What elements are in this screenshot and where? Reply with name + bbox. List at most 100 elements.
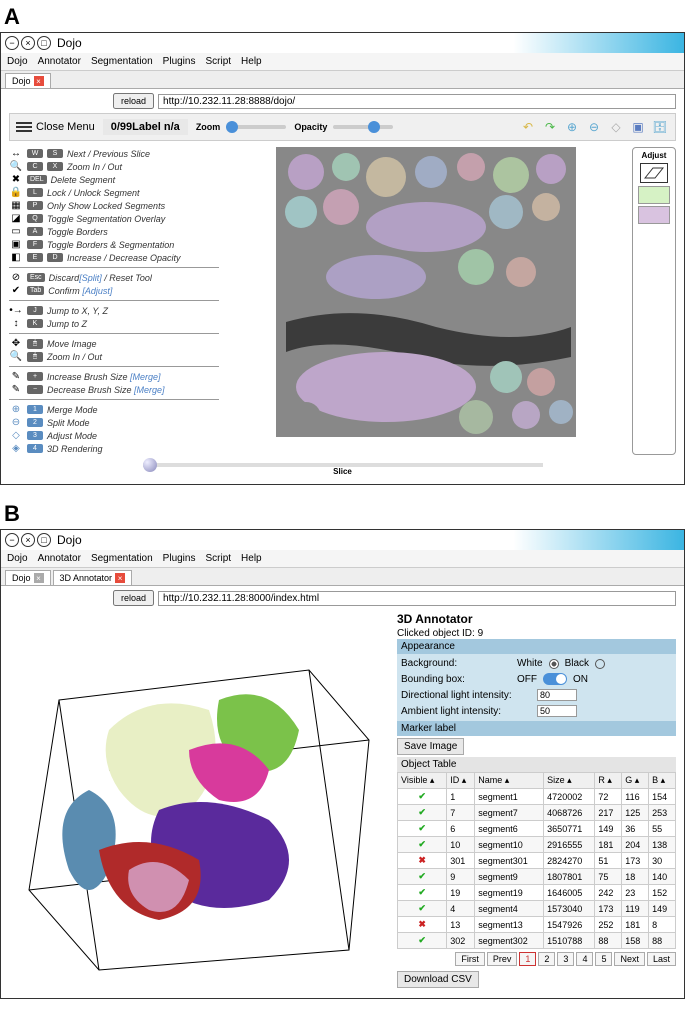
table-row[interactable]: ✔ 4segment41573040173119149	[398, 901, 676, 917]
visible-check-icon[interactable]: ✔	[418, 903, 426, 913]
mode-row[interactable]: ◇ 3 Adjust Mode	[9, 429, 219, 442]
visible-x-icon[interactable]: ✖	[418, 919, 426, 929]
table-header[interactable]: Size ▴	[544, 773, 595, 789]
close-icon[interactable]: ×	[21, 533, 35, 547]
zoom-slider[interactable]	[226, 125, 286, 129]
save-image-button[interactable]: Save Image	[397, 738, 464, 755]
table-row[interactable]: ✔ 6segment636507711493655	[398, 821, 676, 837]
visible-check-icon[interactable]: ✔	[418, 871, 426, 881]
key-badge: D	[47, 253, 63, 262]
database-icon[interactable]: 🗄	[651, 118, 669, 136]
pagination: First Prev 1 2 3 4 5 Next Last	[397, 952, 676, 966]
segmentation-image[interactable]	[276, 147, 576, 437]
redo-icon[interactable]: ↷	[541, 118, 559, 136]
mode-row[interactable]: ⊕ 1 Merge Mode	[9, 403, 219, 416]
maximize-icon[interactable]: □	[37, 533, 51, 547]
3d-viewer[interactable]	[9, 610, 389, 990]
page-4[interactable]: 4	[576, 952, 593, 966]
page-last[interactable]: Last	[647, 952, 676, 966]
page-next[interactable]: Next	[614, 952, 645, 966]
page-first[interactable]: First	[455, 952, 485, 966]
object-table-header: Object Table	[397, 757, 676, 772]
maximize-icon[interactable]: □	[37, 36, 51, 50]
split-icon[interactable]: ⊖	[585, 118, 603, 136]
table-header[interactable]: ID ▴	[447, 773, 475, 789]
table-row[interactable]: ✖ 13segment1315479262521818	[398, 917, 676, 933]
page-1[interactable]: 1	[519, 952, 536, 966]
marker-label-header[interactable]: Marker label	[397, 721, 676, 736]
undo-icon[interactable]: ↶	[519, 118, 537, 136]
slice-slider[interactable]: Slice	[9, 463, 676, 476]
menu-script[interactable]: Script	[205, 553, 231, 564]
menu-help[interactable]: Help	[241, 56, 262, 67]
menu-annotator[interactable]: Annotator	[38, 553, 81, 564]
reload-button[interactable]: reload	[113, 93, 154, 109]
table-row[interactable]: ✔ 19segment19164600524223152	[398, 885, 676, 901]
page-2[interactable]: 2	[538, 952, 555, 966]
table-row[interactable]: ✔ 1segment1472000272116154	[398, 789, 676, 805]
url-input-a[interactable]	[158, 94, 676, 109]
menu-plugins[interactable]: Plugins	[163, 56, 196, 67]
opacity-slider[interactable]	[333, 125, 393, 129]
close-icon[interactable]: ×	[21, 36, 35, 50]
table-header[interactable]: R ▴	[595, 773, 622, 789]
url-input-b[interactable]	[158, 591, 676, 606]
table-row[interactable]: ✔ 7segment74068726217125253	[398, 805, 676, 821]
visible-x-icon[interactable]: ✖	[418, 855, 426, 865]
visible-check-icon[interactable]: ✔	[418, 887, 426, 897]
bg-white-radio[interactable]	[549, 659, 559, 669]
visible-check-icon[interactable]: ✔	[418, 935, 426, 945]
table-row[interactable]: ✖ 301segment30128242705117330	[398, 853, 676, 869]
swatch-1[interactable]	[638, 186, 670, 204]
visible-check-icon[interactable]: ✔	[418, 823, 426, 833]
table-row[interactable]: ✔ 302segment30215107888815888	[398, 933, 676, 949]
cube-icon[interactable]: ▣	[629, 118, 647, 136]
tab-close-icon[interactable]: ×	[115, 573, 125, 583]
minimize-icon[interactable]: −	[5, 533, 19, 547]
table-row[interactable]: ✔ 10segment102916555181204138	[398, 837, 676, 853]
bg-black-radio[interactable]	[595, 659, 605, 669]
swatch-2[interactable]	[638, 206, 670, 224]
tab-dojo-b[interactable]: Dojo ×	[5, 570, 51, 585]
tab-close-icon[interactable]: ×	[34, 573, 44, 583]
visible-check-icon[interactable]: ✔	[418, 839, 426, 849]
page-prev[interactable]: Prev	[487, 952, 518, 966]
image-viewer[interactable]	[227, 147, 624, 455]
menu-segmentation[interactable]: Segmentation	[91, 553, 153, 564]
tab-close-icon[interactable]: ×	[34, 76, 44, 86]
menu-script[interactable]: Script	[205, 56, 231, 67]
bbox-toggle[interactable]	[543, 673, 567, 685]
close-menu-button[interactable]: Close Menu	[16, 120, 95, 134]
mode-row[interactable]: ⊖ 2 Split Mode	[9, 416, 219, 429]
amb-light-input[interactable]	[537, 705, 577, 717]
merge-icon[interactable]: ⊕	[563, 118, 581, 136]
page-3[interactable]: 3	[557, 952, 574, 966]
dir-light-input[interactable]	[537, 689, 577, 701]
table-header[interactable]: Name ▴	[475, 773, 544, 789]
menu-annotator[interactable]: Annotator	[38, 56, 81, 67]
appearance-header[interactable]: Appearance	[397, 639, 676, 654]
table-row[interactable]: ✔ 9segment918078017518140	[398, 869, 676, 885]
menu-segmentation[interactable]: Segmentation	[91, 56, 153, 67]
download-csv-button[interactable]: Download CSV	[397, 971, 479, 988]
adjust-icon[interactable]: ◇	[607, 118, 625, 136]
menu-dojo[interactable]: Dojo	[7, 553, 28, 564]
mode-row[interactable]: ◈ 4 3D Rendering	[9, 442, 219, 455]
tab-dojo[interactable]: Dojo ×	[5, 73, 51, 88]
minimize-icon[interactable]: −	[5, 36, 19, 50]
table-header[interactable]: B ▴	[649, 773, 676, 789]
tab-3d-annotator[interactable]: 3D Annotator ×	[53, 570, 133, 585]
visible-check-icon[interactable]: ✔	[418, 791, 426, 801]
mode-icon: ⊖	[9, 417, 23, 428]
titlebar-b: − × □ Dojo	[1, 530, 684, 550]
visible-check-icon[interactable]: ✔	[418, 807, 426, 817]
eraser-icon[interactable]	[640, 163, 668, 183]
menu-dojo[interactable]: Dojo	[7, 56, 28, 67]
table-header[interactable]: Visible ▴	[398, 773, 447, 789]
panel-b-label: B	[4, 501, 685, 527]
menu-help[interactable]: Help	[241, 553, 262, 564]
table-header[interactable]: G ▴	[622, 773, 649, 789]
reload-button[interactable]: reload	[113, 590, 154, 606]
page-5[interactable]: 5	[595, 952, 612, 966]
menu-plugins[interactable]: Plugins	[163, 553, 196, 564]
